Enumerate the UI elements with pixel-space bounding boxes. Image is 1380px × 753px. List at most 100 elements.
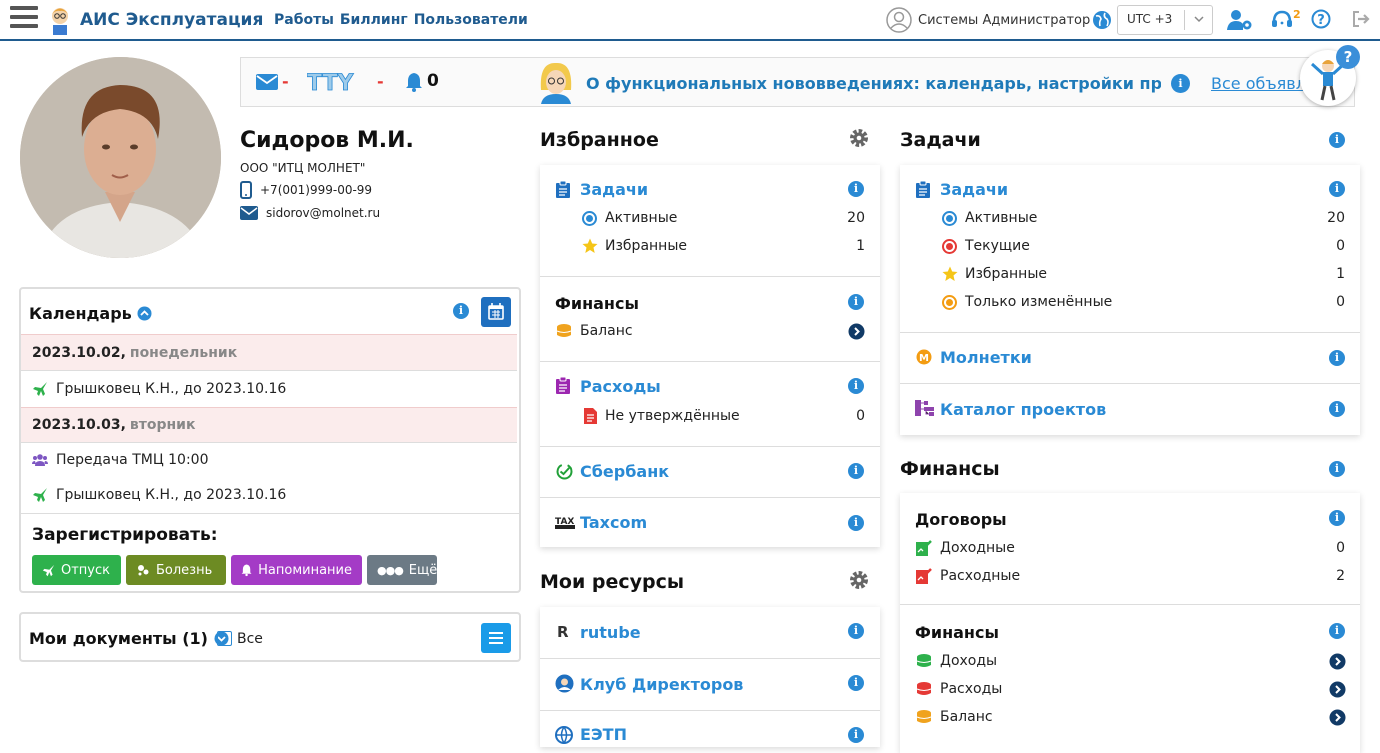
fav-balance[interactable]: Баланс xyxy=(580,323,633,339)
info-icon[interactable]: i xyxy=(848,675,864,691)
documents-title[interactable]: Мои документы (1) xyxy=(29,629,229,648)
documents-list-button[interactable] xyxy=(481,623,511,653)
info-icon[interactable]: i xyxy=(1329,181,1345,197)
phone-icon xyxy=(240,181,252,199)
info-icon[interactable]: i xyxy=(1329,401,1345,417)
resource-eetp-link[interactable]: ЕЭТП xyxy=(580,725,627,744)
fav-tasks-link[interactable]: Задачи xyxy=(580,180,648,199)
info-icon[interactable]: i xyxy=(1171,74,1190,93)
tty-logo-icon[interactable]: TTY xyxy=(307,71,375,93)
molnetki-icon: M xyxy=(916,349,932,365)
timezone-select[interactable]: UTC +3 xyxy=(1117,5,1213,35)
tasks-link[interactable]: Задачи xyxy=(940,180,1008,199)
clipboard-icon xyxy=(916,181,930,198)
fav-sberbank-link[interactable]: Сбербанк xyxy=(580,462,669,481)
resources-card: R rutube i Клуб Директоров i ЕЭТП i xyxy=(540,607,880,747)
fav-tasks-favorite[interactable]: Избранные xyxy=(605,238,687,254)
finance-title: Финансы xyxy=(900,458,1000,480)
bell-icon[interactable] xyxy=(405,72,423,92)
sick-button[interactable]: Болезнь xyxy=(126,555,226,585)
calendar-open-button[interactable] xyxy=(481,297,511,327)
info-icon[interactable]: i xyxy=(848,463,864,479)
timezone-value: UTC +3 xyxy=(1127,12,1173,26)
arrow-right-icon[interactable] xyxy=(1329,653,1346,670)
calendar-event-row[interactable]: Грышковец К.Н., до 2023.10.16 xyxy=(21,370,517,407)
contracts-income[interactable]: Доходные xyxy=(940,540,1015,556)
nav-works[interactable]: Работы xyxy=(274,12,334,28)
vacation-button[interactable]: Отпуск xyxy=(32,555,121,585)
all-checkbox[interactable] xyxy=(217,631,232,646)
active-icon xyxy=(942,211,957,226)
logo-icon xyxy=(52,8,68,35)
menu-icon[interactable] xyxy=(10,6,38,32)
nav-billing[interactable]: Биллинг xyxy=(340,12,408,28)
calendar-event-row[interactable]: Грышковец К.Н., до 2023.10.16 xyxy=(21,477,517,513)
resource-rutube-link[interactable]: rutube xyxy=(580,623,641,642)
tasks-favorite[interactable]: Избранные xyxy=(965,266,1047,282)
arrow-right-icon[interactable] xyxy=(848,323,865,340)
coins-green-icon xyxy=(916,654,932,667)
contracts-title: Договоры xyxy=(915,510,1007,529)
tasks-changed-count: 0 xyxy=(1336,294,1345,310)
info-icon[interactable]: i xyxy=(1329,350,1345,366)
projects-link[interactable]: Каталог проектов xyxy=(940,400,1106,419)
expenses-icon xyxy=(556,377,570,394)
fin-expense[interactable]: Расходы xyxy=(940,681,1002,697)
tasks-active[interactable]: Активные xyxy=(965,210,1037,226)
info-icon[interactable]: i xyxy=(1329,461,1345,477)
info-icon[interactable]: i xyxy=(848,294,864,310)
arrow-right-icon[interactable] xyxy=(1329,681,1346,698)
calendar-date-row: 2023.10.03, вторник xyxy=(21,407,517,442)
more-button[interactable]: ●●● Ещё xyxy=(367,555,437,585)
chevron-up-icon[interactable] xyxy=(137,306,152,321)
help-badge-icon[interactable]: ? xyxy=(1336,45,1360,69)
info-icon[interactable]: i xyxy=(1329,623,1345,639)
fin-balance[interactable]: Баланс xyxy=(940,709,993,725)
support-icon[interactable] xyxy=(1271,9,1293,31)
info-icon[interactable]: i xyxy=(848,515,864,531)
fav-expenses-link[interactable]: Расходы xyxy=(580,377,661,396)
gear-icon[interactable] xyxy=(848,127,870,149)
all-checkbox-label[interactable]: Все xyxy=(237,631,263,647)
announcement-text[interactable]: О функциональных нововведениях: календар… xyxy=(586,74,1161,93)
info-icon[interactable]: i xyxy=(1329,132,1345,148)
fav-taxcom-link[interactable]: Taxcom xyxy=(580,513,647,532)
finance-card: Договоры i Доходные 0 Расходные 2 Финанс… xyxy=(900,493,1360,753)
tasks-changed[interactable]: Только изменённые xyxy=(965,294,1112,310)
user-menu[interactable]: Системы Администратор xyxy=(886,7,1090,33)
tasks-active-count: 20 xyxy=(1327,210,1345,226)
star-icon xyxy=(582,238,598,253)
mail-icon[interactable] xyxy=(256,74,278,90)
logout-icon[interactable] xyxy=(1351,9,1371,29)
info-icon[interactable]: i xyxy=(1329,510,1345,526)
fin-income[interactable]: Доходы xyxy=(940,653,997,669)
fav-tasks-active[interactable]: Активные xyxy=(605,210,677,226)
calendar-info-icon[interactable]: i xyxy=(453,303,469,319)
molnetki-link[interactable]: Молнетки xyxy=(940,348,1032,367)
nav-users[interactable]: Пользователи xyxy=(414,12,528,28)
favorites-card: Задачи i Активные 20 Избранные 1 Финансы… xyxy=(540,165,880,547)
info-icon[interactable]: i xyxy=(848,727,864,743)
calendar-event-row[interactable]: Передача ТМЦ 10:00 xyxy=(21,442,517,477)
calendar-title[interactable]: Календарь xyxy=(29,304,152,323)
info-icon[interactable]: i xyxy=(848,378,864,394)
projects-icon xyxy=(915,400,934,416)
resource-club-link[interactable]: Клуб Директоров xyxy=(580,675,743,694)
info-icon[interactable]: i xyxy=(848,623,864,639)
gear-icon[interactable] xyxy=(848,569,870,591)
main-nav: Работы Биллинг Пользователи xyxy=(274,12,528,28)
arrow-right-icon[interactable] xyxy=(1329,709,1346,726)
app-title[interactable]: АИС Эксплуатация xyxy=(80,10,263,30)
tasks-current[interactable]: Текущие xyxy=(965,238,1030,254)
tty-count: - xyxy=(377,72,384,91)
contracts-expense[interactable]: Расходные xyxy=(940,568,1020,584)
help-icon[interactable]: ? xyxy=(1311,9,1331,29)
fav-expenses-unapproved[interactable]: Не утверждённые xyxy=(605,408,740,424)
user-settings-icon[interactable] xyxy=(1227,9,1253,31)
bell-count: 0 xyxy=(427,71,439,91)
reminder-button[interactable]: Напоминание xyxy=(231,555,362,585)
current-icon xyxy=(942,239,957,254)
profile-phone[interactable]: +7(001)999-00-99 xyxy=(260,183,372,197)
profile-email[interactable]: sidorov@molnet.ru xyxy=(266,206,380,220)
info-icon[interactable]: i xyxy=(848,181,864,197)
